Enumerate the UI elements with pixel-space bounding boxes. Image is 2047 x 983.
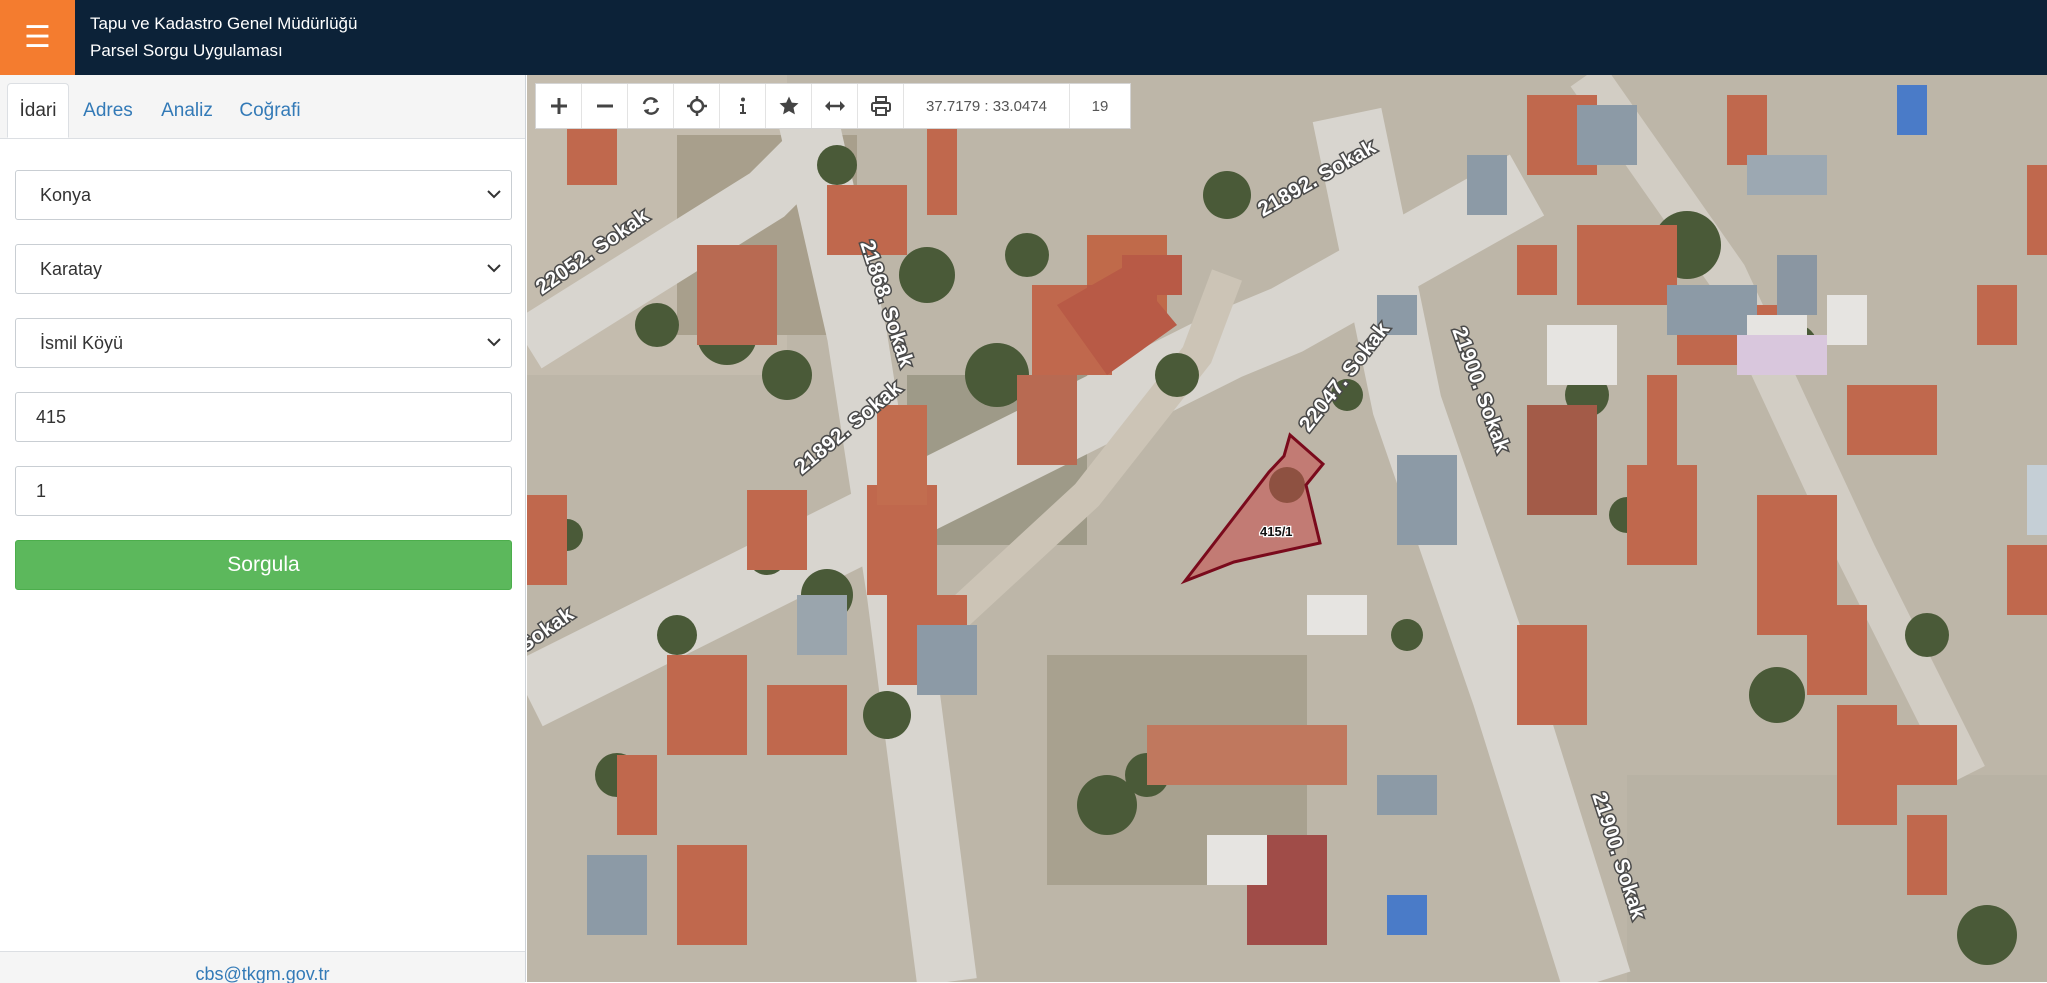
zoom-level-readout: 19: [1091, 97, 1109, 115]
ilce-select[interactable]: Karatay: [15, 244, 512, 294]
sidebar: İdari Adres Analiz Coğrafi Konya Karatay…: [0, 75, 526, 983]
zoom-out-button[interactable]: [582, 84, 628, 128]
parsel-input[interactable]: 1: [15, 466, 512, 516]
print-button[interactable]: [858, 84, 904, 128]
tab-idari[interactable]: İdari: [7, 83, 69, 138]
mahalle-select-value: İsmil Köyü: [40, 332, 124, 353]
info-button[interactable]: [720, 84, 766, 128]
app-title: Tapu ve Kadastro Genel Müdürlüğü Parsel …: [90, 10, 357, 64]
road-label: 21892. Sokak: [1254, 135, 1380, 221]
locate-icon: [686, 96, 707, 116]
chevron-down-icon: [487, 264, 501, 273]
app-title-line1: Tapu ve Kadastro Genel Müdürlüğü: [90, 14, 358, 33]
app-title-line2: Parsel Sorgu Uygulaması: [90, 41, 283, 60]
menu-button[interactable]: ☰: [0, 0, 75, 75]
measure-icon: [824, 101, 845, 111]
parcel-label: 415/1: [1260, 524, 1293, 539]
zoom-in-button[interactable]: [536, 84, 582, 128]
il-select[interactable]: Konya: [15, 170, 512, 220]
refresh-button[interactable]: [628, 84, 674, 128]
parsel-input-value: 1: [36, 480, 47, 501]
app-header: ☰ Tapu ve Kadastro Genel Müdürlüğü Parse…: [0, 0, 2047, 75]
star-icon: [779, 96, 798, 115]
road-label: 21900. Sokak: [1447, 324, 1514, 456]
coordinate-readout: 37.7179 : 33.0474: [904, 84, 1070, 128]
map-view[interactable]: 22052. Sokak 21868. Sokak 21892. Sokak 2…: [527, 75, 2047, 982]
ada-input[interactable]: 415: [15, 392, 512, 442]
info-icon: [739, 97, 746, 114]
chevron-down-icon: [487, 338, 501, 347]
mahalle-select[interactable]: İsmil Köyü: [15, 318, 512, 368]
sorgula-button[interactable]: Sorgula: [15, 540, 512, 590]
tab-bar: İdari Adres Analiz Coğrafi: [0, 75, 525, 139]
print-icon: [870, 96, 891, 116]
footer-email-link[interactable]: cbs@tkgm.gov.tr: [0, 964, 525, 983]
chevron-down-icon: [487, 190, 501, 199]
locate-button[interactable]: [674, 84, 720, 128]
favorite-button[interactable]: [766, 84, 812, 128]
measure-button[interactable]: [812, 84, 858, 128]
road-labels-layer: 22052. Sokak 21868. Sokak 21892. Sokak 2…: [527, 134, 1651, 924]
tab-cografi[interactable]: Coğrafi: [231, 83, 309, 138]
hamburger-menu-icon: ☰: [24, 20, 51, 54]
road-label: 21900. Sokak: [1587, 789, 1650, 922]
road-label: 22047. Sokak: [1295, 318, 1395, 436]
sidebar-footer: cbs@tkgm.gov.tr: [0, 951, 525, 983]
tab-adres[interactable]: Adres: [73, 83, 143, 138]
zoom-out-icon: [596, 104, 613, 108]
ada-input-value: 415: [36, 406, 67, 427]
ilce-select-value: Karatay: [40, 258, 103, 279]
road-label: 22052. Sokak: [532, 204, 654, 299]
zoom-in-icon: [550, 98, 567, 114]
tab-analiz[interactable]: Analiz: [151, 83, 223, 138]
road-label: 21892. Sokak: [790, 376, 906, 479]
il-select-value: Konya: [40, 184, 92, 205]
road-label: 21868. Sokak: [855, 237, 918, 370]
road-label: 22052. Sokak: [527, 602, 578, 697]
map-toolbar: 37.7179 : 33.0474 19: [535, 83, 1131, 129]
refresh-icon: [642, 97, 659, 115]
